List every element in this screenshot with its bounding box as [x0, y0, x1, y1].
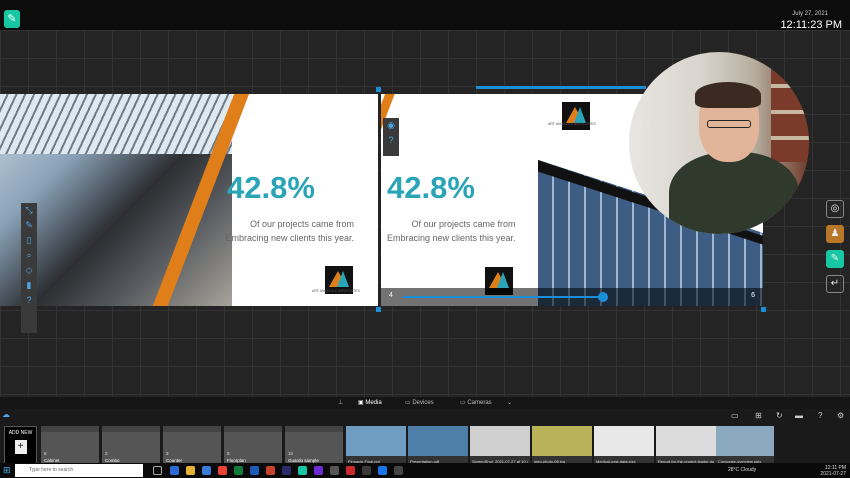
stat-caption: Of our projects came from Embracing new c…	[225, 219, 354, 243]
camera-icon[interactable]: ◉	[383, 118, 399, 133]
store-icon[interactable]	[202, 466, 211, 475]
explorer-icon[interactable]	[186, 466, 195, 475]
tab-devices[interactable]: ▭ Devices	[405, 399, 434, 406]
app-taskbar-icon[interactable]	[298, 466, 307, 475]
current-slide-number: 4	[389, 292, 393, 299]
windows-taskbar: ⊞ Type here to search 28°C Cloudy 12:11 …	[0, 463, 850, 478]
cloud-icon[interactable]: ☁	[2, 410, 10, 419]
acrobat-icon[interactable]	[346, 466, 355, 475]
file-item[interactable]: Medical-cost-data.xlsx	[594, 426, 654, 465]
presenter-hair	[695, 82, 761, 108]
chrome-icon[interactable]	[218, 466, 227, 475]
app-logo-icon[interactable]: ✎	[4, 10, 20, 28]
pen-tool-icon[interactable]: ✎	[826, 250, 844, 268]
bookshelf	[771, 62, 809, 162]
move-icon[interactable]: ⤡	[21, 203, 37, 218]
terminal-icon[interactable]	[362, 466, 371, 475]
folder-item[interactable]: 2 Combo	[102, 426, 160, 465]
edge-icon[interactable]	[170, 466, 179, 475]
slide-seekbar[interactable]: 4 6	[381, 288, 763, 306]
help-icon[interactable]: ?	[818, 411, 822, 420]
weather-widget[interactable]: 28°C Cloudy	[728, 467, 756, 473]
seek-track[interactable]	[403, 296, 603, 298]
refresh-icon[interactable]: ↻	[776, 411, 783, 420]
monitor-icon[interactable]: ▭	[731, 411, 739, 420]
file-manager-icon[interactable]	[330, 466, 339, 475]
company-name: ART ANGELA & ASSOCIATES	[312, 289, 360, 293]
top-bar: ✎ July 27, 2021 12:11:23 PM	[0, 0, 850, 31]
pin-icon[interactable]: ⊥	[338, 399, 343, 406]
file-item[interactable]: Report-for-the-project-leader.docx	[656, 426, 716, 465]
resize-handle[interactable]	[761, 307, 766, 312]
file-item[interactable]: jpeg-photo-08.jpg	[532, 426, 592, 465]
excel-icon[interactable]	[234, 466, 243, 475]
selection-bar	[476, 86, 646, 89]
file-item[interactable]: Corporate-overview.pptx	[716, 426, 774, 465]
add-new-button[interactable]: ADD NEW +	[4, 426, 37, 465]
system-tray-clock[interactable]: 12:11 PM 2021-07-27	[820, 465, 846, 477]
folder-item[interactable]: 5 Floorplan	[224, 426, 282, 465]
trash-icon[interactable]: ▮	[21, 278, 37, 293]
word-icon[interactable]	[250, 466, 259, 475]
app-window: ✎ July 27, 2021 12:11:23 PM 42.8% Of our…	[0, 0, 850, 478]
media-app-icon[interactable]	[394, 466, 403, 475]
stat-caption: Of our projects came from Embracing new c…	[387, 219, 516, 243]
slide-toolbar: ◉ ?	[383, 118, 399, 156]
return-icon[interactable]: ↵	[826, 275, 844, 293]
resize-handle[interactable]	[376, 307, 381, 312]
page-icon[interactable]: ▯	[21, 233, 37, 248]
total-slide-number: 6	[751, 292, 755, 299]
pen-icon[interactable]: ✎	[21, 218, 37, 233]
resize-handle[interactable]	[376, 87, 381, 92]
folder-item[interactable]: 10 Guardo sample	[285, 426, 343, 465]
annotation-toolbar: ⤡ ✎ ▯ ⌕ ◇ ▮ ?	[21, 203, 37, 333]
header-date: July 27, 2021	[792, 11, 828, 17]
folder-item[interactable]: 3 Counter	[163, 426, 221, 465]
media-library: ☁ ▭ ⊞ ↻ ▬ ? ⚙ ADD NEW + 8 Cabinet 2 Combo …	[0, 409, 850, 465]
file-item[interactable]: Presentation.pdf	[408, 426, 468, 465]
eraser-icon[interactable]: ◇	[21, 263, 37, 278]
stat-value: 42.8%	[227, 170, 315, 205]
tab-media[interactable]: ▣ Media	[358, 399, 382, 406]
tab-cameras[interactable]: ▭ Cameras	[460, 399, 492, 406]
after-effects-icon[interactable]	[314, 466, 323, 475]
task-view-icon[interactable]	[153, 466, 162, 475]
file-plus-icon: +	[14, 440, 27, 454]
company-name: ART ANGELA & ASSOCIATES	[548, 122, 596, 126]
user-icon[interactable]: ♟	[826, 225, 844, 243]
presenter-glasses	[707, 120, 751, 128]
powerpoint-icon[interactable]	[266, 466, 275, 475]
stat-value: 42.8%	[387, 170, 475, 205]
windows-start-icon[interactable]: ⊞	[3, 465, 11, 476]
photoshop-icon[interactable]	[378, 466, 387, 475]
help-icon[interactable]: ?	[383, 133, 399, 148]
chevron-down-icon[interactable]: ⌄	[507, 399, 512, 406]
file-item[interactable]: Pinnacle Final.ppt	[346, 426, 406, 465]
folder-item[interactable]: 8 Cabinet	[41, 426, 99, 465]
slide-preview-left[interactable]: 42.8% Of our projects came from Embracing…	[0, 94, 378, 306]
globe-icon[interactable]: ◎	[826, 200, 844, 218]
webcam-feed[interactable]	[629, 52, 809, 234]
help-icon[interactable]: ?	[21, 293, 37, 308]
folder-icon[interactable]: ▬	[795, 411, 803, 420]
media-tabs: ⊥ ▣ Media ▭ Devices ▭ Cameras ⌄	[0, 397, 850, 409]
presenter-body	[669, 152, 799, 234]
premiere-icon[interactable]	[282, 466, 291, 475]
seek-handle[interactable]	[598, 292, 608, 302]
right-toolbar: ◎ ♟ ✎ ↵	[826, 200, 848, 300]
taskbar-search-input[interactable]: Type here to search	[15, 464, 143, 477]
grid-icon[interactable]: ⊞	[755, 411, 762, 420]
zoom-icon[interactable]: ⌕	[21, 248, 37, 263]
settings-gear-icon[interactable]: ⚙	[837, 411, 844, 420]
file-item[interactable]: ScreenShot_2021-07-27 at 10.44.05 am.png	[470, 426, 530, 465]
